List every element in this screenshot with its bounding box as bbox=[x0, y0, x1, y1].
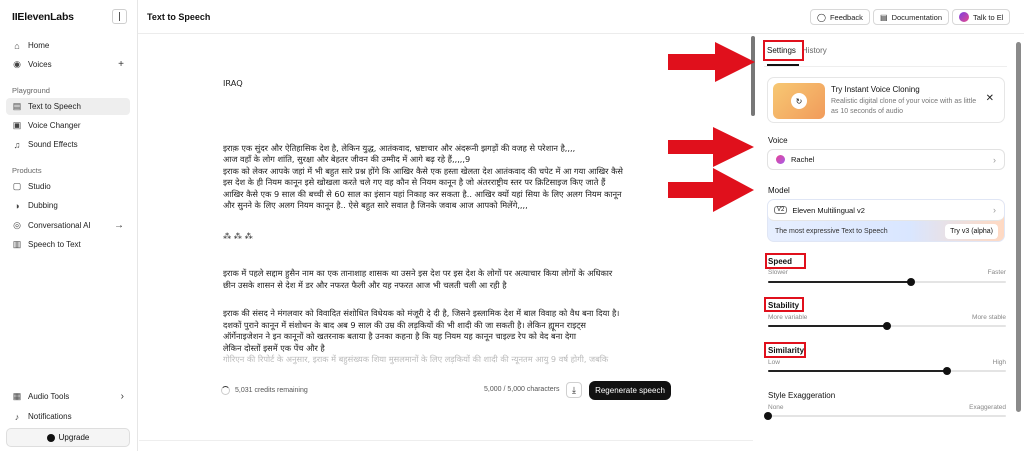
annotation-arrow-voice bbox=[668, 127, 754, 167]
annotation-arrow-model bbox=[668, 168, 754, 212]
annotation-arrow-settings bbox=[668, 42, 755, 82]
annotation-arrows bbox=[668, 42, 755, 212]
